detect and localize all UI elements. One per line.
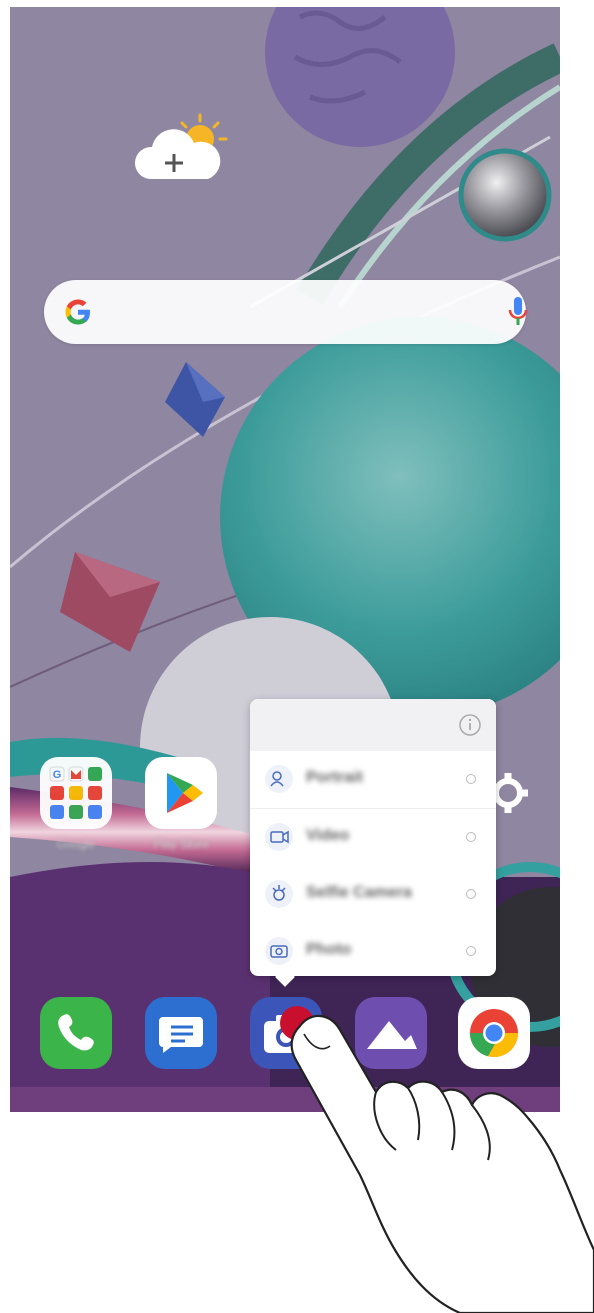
shortcut-video-label: Video: [306, 827, 350, 844]
google-folder-label: Google: [56, 837, 96, 851]
selfie-camera-icon: [265, 880, 293, 908]
video-camera-icon: [265, 823, 293, 851]
svg-text:G: G: [53, 769, 62, 781]
google-apps-folder[interactable]: G: [40, 757, 112, 829]
weather-widget[interactable]: [132, 109, 232, 189]
app-shortcuts-popup: Portrait Video Selfie Camera Photo: [250, 699, 496, 987]
phone-icon: [58, 1014, 94, 1051]
dock-camera[interactable]: [250, 997, 322, 1069]
photo-camera-icon: [265, 937, 293, 965]
google-apps-folder-icon: G: [49, 766, 102, 819]
play-store-app[interactable]: [145, 757, 217, 829]
shortcut-portrait-label: Portrait: [306, 769, 363, 786]
microphone-icon[interactable]: [508, 295, 528, 329]
dock-messages[interactable]: [145, 997, 217, 1069]
portrait-mode-icon: [265, 765, 293, 793]
pin-shortcut-icon[interactable]: [466, 889, 476, 899]
dock-chrome[interactable]: [458, 997, 530, 1069]
play-store-label: Play Store: [153, 837, 209, 851]
popup-header: [250, 699, 496, 751]
shortcut-photo[interactable]: Photo: [250, 923, 496, 980]
camera-icon: [264, 1015, 308, 1053]
chrome-icon: [469, 1009, 519, 1058]
shortcut-selfie-camera[interactable]: Selfie Camera: [250, 866, 496, 923]
shortcut-photo-label: Photo: [306, 941, 352, 958]
pin-shortcut-icon[interactable]: [466, 774, 476, 784]
pin-shortcut-icon[interactable]: [466, 832, 476, 842]
shortcut-selfie-camera-label: Selfie Camera: [306, 884, 412, 901]
phone-screen: G Google Play Store Portrait Video Selfi…: [10, 7, 560, 1112]
dock-phone[interactable]: [40, 997, 112, 1069]
gallery-mountain-icon: [367, 1021, 417, 1049]
search-input[interactable]: [106, 296, 490, 330]
shortcut-video[interactable]: Video: [250, 809, 496, 866]
google-search-bar[interactable]: [44, 280, 528, 344]
play-store-icon: [167, 773, 203, 813]
info-icon[interactable]: [458, 713, 482, 737]
dock-gallery[interactable]: [355, 997, 427, 1069]
google-g-logo-icon: [65, 299, 90, 325]
pin-shortcut-icon[interactable]: [466, 946, 476, 956]
message-icon: [159, 1017, 203, 1053]
shortcut-portrait[interactable]: Portrait: [250, 751, 496, 808]
